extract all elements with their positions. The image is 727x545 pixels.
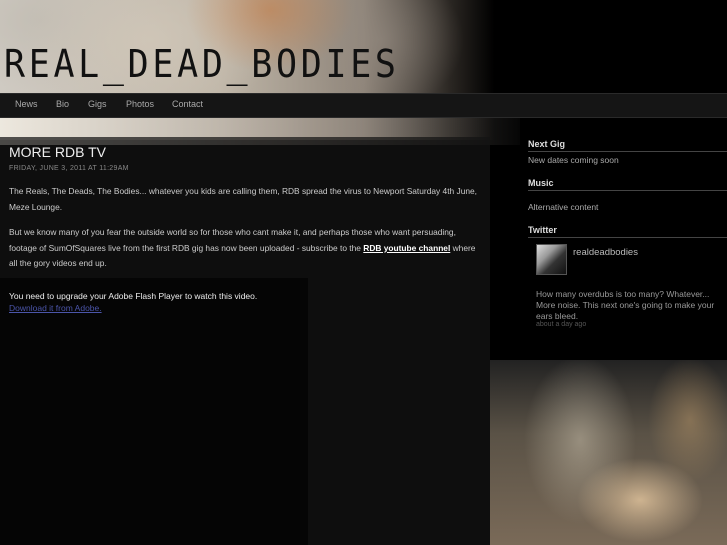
divider <box>528 190 727 191</box>
tweet-time[interactable]: about a day ago <box>536 321 586 328</box>
divider <box>528 237 727 238</box>
flash-download-link[interactable]: Download it from Adobe. <box>9 303 102 313</box>
video-player[interactable]: You need to upgrade your Adobe Flash Pla… <box>0 278 308 545</box>
twitter-heading: Twitter <box>528 225 557 235</box>
post-paragraph-1: The Reals, The Deads, The Bodies... what… <box>9 186 477 212</box>
post-title[interactable]: MORE RDB TV <box>9 144 106 160</box>
divider <box>528 151 727 152</box>
twitter-avatar[interactable] <box>536 244 567 275</box>
nav-bar: News Bio Gigs Photos Contact <box>0 93 727 118</box>
tweet-text: How many overdubs is too many? Whatever.… <box>536 289 715 321</box>
nav-item-gigs[interactable]: Gigs <box>88 99 107 109</box>
main-content: MORE RDB TV FRIDAY, JUNE 3, 2011 AT 11:2… <box>0 137 490 545</box>
nav-item-bio[interactable]: Bio <box>56 99 69 109</box>
nav-item-photos[interactable]: Photos <box>126 99 154 109</box>
next-gig-text: New dates coming soon <box>528 155 619 165</box>
youtube-channel-link[interactable]: RDB youtube channel <box>363 243 450 253</box>
post-date: FRIDAY, JUNE 3, 2011 AT 11:29AM <box>9 165 129 172</box>
post-paragraph-2: But we know many of you fear the outside… <box>9 225 479 272</box>
nav-item-news[interactable]: News <box>15 99 38 109</box>
flash-upgrade-message: You need to upgrade your Adobe Flash Pla… <box>9 291 258 301</box>
music-content: Alternative content <box>528 202 599 212</box>
next-gig-heading: Next Gig <box>528 139 566 149</box>
sidebar-background-art <box>490 360 727 545</box>
music-heading: Music <box>528 178 554 188</box>
twitter-username[interactable]: realdeadbodies <box>573 247 638 258</box>
nav-item-contact[interactable]: Contact <box>172 99 203 109</box>
site-title[interactable]: REAL_DEAD_BODIES <box>4 42 400 86</box>
